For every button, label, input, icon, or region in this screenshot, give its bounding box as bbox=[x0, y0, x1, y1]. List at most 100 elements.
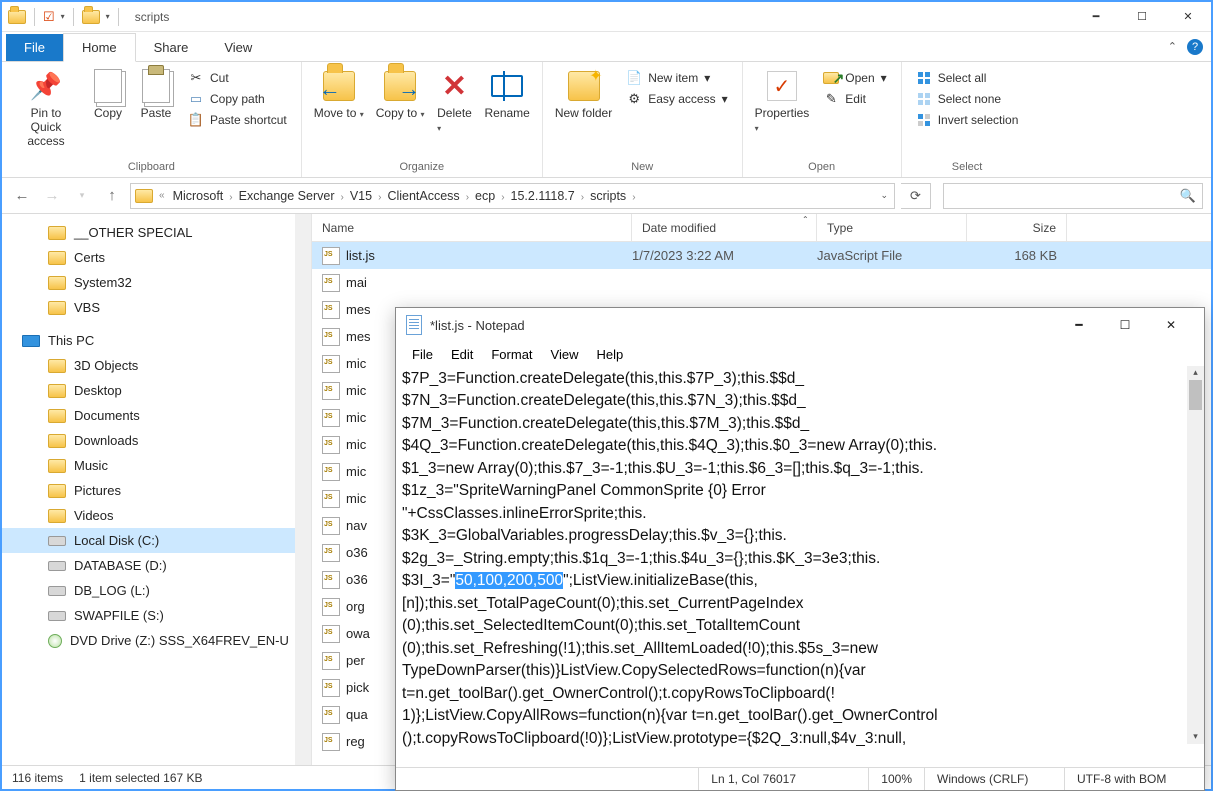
chevron-right-icon[interactable]: › bbox=[497, 192, 508, 203]
tree-item[interactable]: Videos bbox=[2, 503, 311, 528]
tree-item[interactable]: DB_LOG (L:) bbox=[2, 578, 311, 603]
breadcrumb-item[interactable]: 15.2.1118.7 bbox=[509, 189, 577, 203]
select-none-button[interactable]: Select none bbox=[912, 89, 1023, 109]
new-folder-button[interactable]: New folder bbox=[549, 66, 618, 124]
search-input[interactable] bbox=[950, 189, 1180, 203]
tree-folder[interactable]: VBS bbox=[2, 295, 311, 320]
file-row[interactable]: mai bbox=[312, 269, 1211, 296]
chevron-right-icon[interactable]: › bbox=[577, 192, 588, 203]
notepad-menu-edit[interactable]: Edit bbox=[443, 345, 481, 364]
tree-item[interactable]: SWAPFILE (S:) bbox=[2, 603, 311, 628]
col-date[interactable]: Date modified bbox=[632, 214, 817, 241]
tree-folder[interactable]: System32 bbox=[2, 270, 311, 295]
forward-button[interactable]: → bbox=[40, 184, 64, 208]
up-button[interactable]: ↑ bbox=[100, 184, 124, 208]
maximize-button[interactable]: ☐ bbox=[1119, 2, 1165, 32]
tree-this-pc[interactable]: This PC bbox=[2, 328, 311, 353]
chevron-right-icon[interactable]: › bbox=[462, 192, 473, 203]
collapse-ribbon-icon[interactable]: ⌃ bbox=[1168, 40, 1177, 53]
properties-button[interactable]: ✓ Properties▾ bbox=[749, 66, 816, 138]
qat-dropdown2-icon[interactable]: ▾ bbox=[106, 12, 110, 21]
tree-folder[interactable]: __OTHER SPECIAL bbox=[2, 220, 311, 245]
tree-item[interactable]: Documents bbox=[2, 403, 311, 428]
tab-file[interactable]: File bbox=[6, 34, 63, 61]
disc-icon bbox=[48, 634, 62, 648]
chevron-right-icon[interactable]: › bbox=[628, 192, 639, 203]
copy-path-button[interactable]: ▭Copy path bbox=[184, 89, 291, 109]
notepad-scrollbar[interactable]: ▴ ▾ bbox=[1187, 366, 1204, 744]
breadcrumb-item[interactable]: ecp bbox=[473, 189, 497, 203]
tree-item[interactable]: 3D Objects bbox=[2, 353, 311, 378]
tree-scrollbar-thumb[interactable] bbox=[297, 224, 309, 284]
qat-properties-icon[interactable]: ☑ bbox=[43, 9, 55, 25]
notepad-window[interactable]: *list.js - Notepad ━ ☐ ✕ FileEditFormatV… bbox=[395, 307, 1205, 791]
notepad-titlebar[interactable]: *list.js - Notepad ━ ☐ ✕ bbox=[396, 308, 1204, 342]
column-headers[interactable]: ⌃ Name Date modified Type Size bbox=[312, 214, 1211, 242]
search-box[interactable]: 🔍 bbox=[943, 183, 1203, 209]
chevron-right-icon[interactable]: › bbox=[337, 192, 348, 203]
new-item-button[interactable]: 📄New item ▾ bbox=[622, 68, 731, 88]
tab-view[interactable]: View bbox=[206, 34, 270, 61]
breadcrumb-item[interactable]: Exchange Server bbox=[237, 189, 337, 203]
delete-button[interactable]: ✕ Delete▾ bbox=[430, 66, 478, 138]
library-icon bbox=[48, 359, 66, 373]
tree-item[interactable]: Music bbox=[2, 453, 311, 478]
notepad-menu-format[interactable]: Format bbox=[483, 345, 540, 364]
breadcrumb[interactable]: « Microsoft›Exchange Server›V15›ClientAc… bbox=[130, 183, 895, 209]
notepad-close-button[interactable]: ✕ bbox=[1148, 310, 1194, 340]
tree-item[interactable]: DVD Drive (Z:) SSS_X64FREV_EN-U bbox=[2, 628, 311, 653]
tree-item[interactable]: Pictures bbox=[2, 478, 311, 503]
open-button[interactable]: Open ▾ bbox=[819, 68, 890, 88]
tree-item[interactable]: Local Disk (C:) bbox=[2, 528, 311, 553]
notepad-menubar[interactable]: FileEditFormatViewHelp bbox=[396, 342, 1204, 366]
help-icon[interactable]: ? bbox=[1187, 39, 1203, 55]
col-name[interactable]: Name bbox=[312, 214, 632, 241]
breadcrumb-item[interactable]: V15 bbox=[348, 189, 374, 203]
chevron-right-icon[interactable]: › bbox=[225, 192, 236, 203]
easy-access-button[interactable]: ⚙Easy access ▾ bbox=[622, 89, 731, 109]
tab-share[interactable]: Share bbox=[136, 34, 207, 61]
recent-dropdown[interactable]: ▾ bbox=[70, 184, 94, 208]
breadcrumb-history-icon[interactable]: ⌄ bbox=[878, 190, 890, 201]
scroll-up-icon[interactable]: ▴ bbox=[1187, 366, 1204, 380]
notepad-maximize-button[interactable]: ☐ bbox=[1102, 310, 1148, 340]
scroll-down-icon[interactable]: ▾ bbox=[1187, 730, 1204, 744]
col-size[interactable]: Size bbox=[967, 214, 1067, 241]
invert-selection-button[interactable]: Invert selection bbox=[912, 110, 1023, 130]
col-type[interactable]: Type bbox=[817, 214, 967, 241]
tree-folder[interactable]: Certs bbox=[2, 245, 311, 270]
tree-item[interactable]: Downloads bbox=[2, 428, 311, 453]
paste-button[interactable]: Paste bbox=[132, 66, 180, 124]
refresh-button[interactable]: ⟳ bbox=[901, 183, 931, 209]
copy-to-button[interactable]: → Copy to ▾ bbox=[370, 66, 431, 124]
file-row-selected[interactable]: list.js 1/7/2023 3:22 AM JavaScript File… bbox=[312, 242, 1211, 269]
edit-button[interactable]: ✎Edit bbox=[819, 89, 890, 109]
notepad-minimize-button[interactable]: ━ bbox=[1056, 310, 1102, 340]
select-all-button[interactable]: Select all bbox=[912, 68, 1023, 88]
tab-home[interactable]: Home bbox=[63, 33, 136, 62]
copy-button[interactable]: Copy bbox=[84, 66, 132, 124]
back-button[interactable]: ← bbox=[10, 184, 34, 208]
qat-dropdown-icon[interactable]: ▾ bbox=[61, 12, 65, 21]
notepad-menu-help[interactable]: Help bbox=[588, 345, 631, 364]
paste-shortcut-button[interactable]: 📋Paste shortcut bbox=[184, 110, 291, 130]
breadcrumb-item[interactable]: scripts bbox=[588, 189, 628, 203]
close-button[interactable]: ✕ bbox=[1165, 2, 1211, 32]
chevron-right-icon[interactable]: › bbox=[374, 192, 385, 203]
rename-button[interactable]: Rename bbox=[478, 66, 535, 124]
scroll-thumb[interactable] bbox=[1189, 380, 1202, 410]
breadcrumb-item[interactable]: Microsoft bbox=[171, 189, 226, 203]
minimize-button[interactable]: ━ bbox=[1073, 2, 1119, 32]
pin-quick-access-button[interactable]: 📌 Pin to Quick access bbox=[8, 66, 84, 152]
nav-tree[interactable]: __OTHER SPECIALCertsSystem32VBS This PC … bbox=[2, 214, 312, 765]
library-icon bbox=[48, 409, 66, 423]
cut-button[interactable]: ✂Cut bbox=[184, 68, 291, 88]
notepad-menu-view[interactable]: View bbox=[543, 345, 587, 364]
notepad-menu-file[interactable]: File bbox=[404, 345, 441, 364]
notepad-text-area[interactable]: $7P_3=Function.createDelegate(this,this.… bbox=[396, 366, 1204, 767]
js-file-icon bbox=[322, 328, 340, 346]
move-to-button[interactable]: ← Move to ▾ bbox=[308, 66, 370, 124]
tree-item[interactable]: Desktop bbox=[2, 378, 311, 403]
breadcrumb-item[interactable]: ClientAccess bbox=[385, 189, 461, 203]
tree-item[interactable]: DATABASE (D:) bbox=[2, 553, 311, 578]
